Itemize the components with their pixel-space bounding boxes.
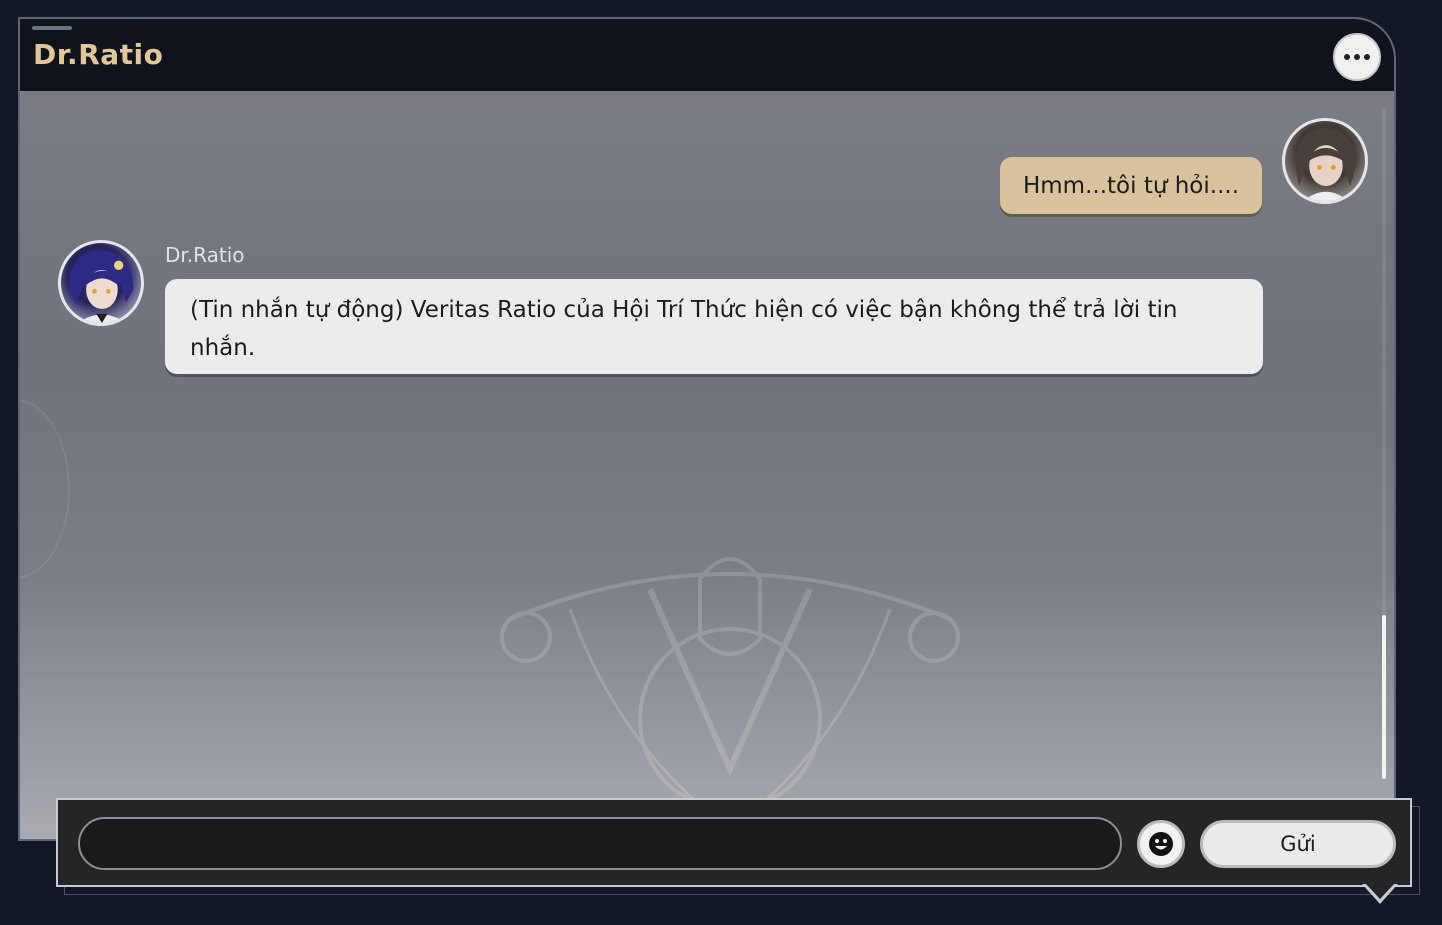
composer-tail-inner: [1366, 884, 1394, 899]
window-notch: [32, 26, 72, 30]
emoji-button[interactable]: [1137, 820, 1185, 868]
title-bar: Dr.Ratio: [20, 19, 1394, 91]
chat-title: Dr.Ratio: [33, 38, 164, 71]
player-avatar[interactable]: [1282, 118, 1368, 204]
dr-ratio-avatar[interactable]: [58, 240, 144, 326]
outgoing-message-bubble: Hmm...tôi tự hỏi....: [1000, 157, 1262, 214]
more-options-button[interactable]: [1333, 33, 1381, 81]
scrollbar-thumb[interactable]: [1382, 615, 1386, 779]
emoji-smile-icon: [1149, 832, 1173, 856]
message-input[interactable]: [78, 817, 1122, 870]
message-sender-name: Dr.Ratio: [165, 243, 245, 267]
chat-window: Dr.Ratio Hmm...tôi tự hỏi.... Dr.Ratio (…: [18, 17, 1396, 841]
background-decoration: [20, 399, 70, 579]
send-button[interactable]: Gửi: [1200, 820, 1396, 868]
incoming-message-bubble: (Tin nhắn tự động) Veritas Ratio của Hội…: [165, 279, 1263, 374]
more-horizontal-icon: [1344, 54, 1370, 60]
